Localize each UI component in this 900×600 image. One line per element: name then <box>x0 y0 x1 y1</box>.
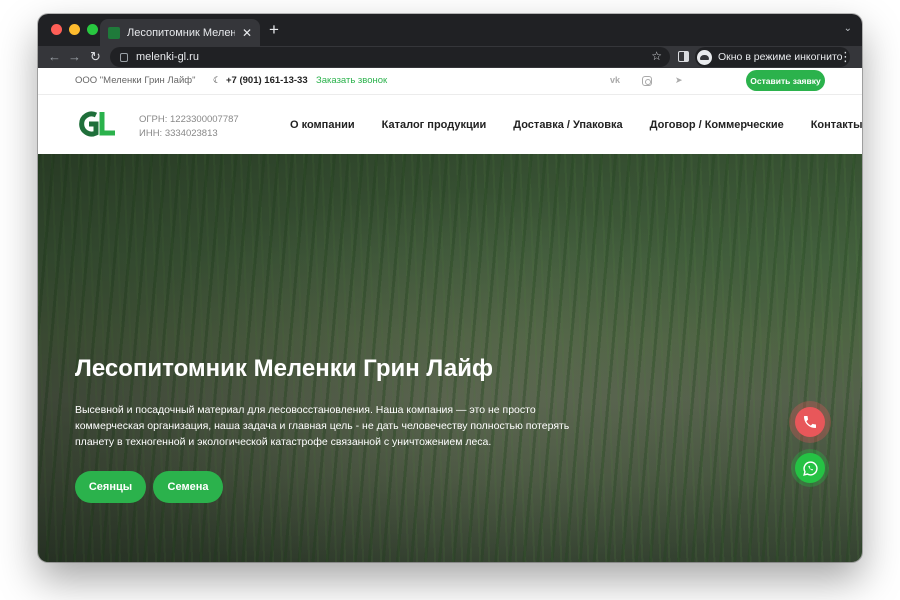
company-name: ООО "Меленки Грин Лайф" <box>75 75 196 86</box>
whatsapp-icon <box>802 460 818 476</box>
website: ООО "Меленки Грин Лайф" ☾ +7 (901) 161-1… <box>38 68 862 562</box>
main-nav: О компании Каталог продукции Доставка / … <box>290 119 862 131</box>
tab-title: Лесопитомник Меленки Гри <box>127 26 235 39</box>
favicon-icon <box>108 26 120 39</box>
minimize-window-button[interactable] <box>69 24 80 35</box>
callback-link[interactable]: Заказать звонок <box>316 75 387 86</box>
phone-icon <box>804 416 816 428</box>
telegram-icon[interactable]: ➤ <box>675 75 683 86</box>
incognito-label: Окно в режиме инкогнито <box>718 51 843 63</box>
side-panel-icon[interactable] <box>678 51 689 62</box>
seeds-button[interactable]: Семена <box>153 471 223 503</box>
hero-section: Лесопитомник Меленки Грин Лайф Высевной … <box>38 154 862 562</box>
browser-window: Лесопитомник Меленки Гри ✕ + ⌄ ← → ↻ mel… <box>38 14 862 562</box>
company-registration: ОГРН: 1223300007787 ИНН: 3334023813 <box>139 113 239 141</box>
nav-catalog[interactable]: Каталог продукции <box>382 119 487 131</box>
tab-active[interactable]: Лесопитомник Меленки Гри ✕ <box>100 19 260 46</box>
close-window-button[interactable] <box>51 24 62 35</box>
tab-strip: Лесопитомник Меленки Гри ✕ + ⌄ <box>38 14 862 46</box>
logo[interactable] <box>75 109 117 139</box>
tab-close-icon[interactable]: ✕ <box>242 27 252 39</box>
nav-about[interactable]: О компании <box>290 119 355 131</box>
hero-description: Высевной и посадочный материал для лесов… <box>75 404 570 448</box>
incognito-icon <box>697 49 712 65</box>
new-tab-button[interactable]: + <box>269 21 279 38</box>
call-button[interactable] <box>795 407 825 437</box>
incognito-indicator[interactable]: Окно в режиме инкогнито <box>695 47 851 67</box>
nav-delivery[interactable]: Доставка / Упаковка <box>513 119 622 131</box>
browser-menu-icon[interactable]: ⋮ <box>839 49 852 65</box>
nav-contacts[interactable]: Контакты <box>811 119 862 131</box>
nav-contract[interactable]: Договор / Коммерческие <box>650 119 784 131</box>
window-controls <box>51 24 98 35</box>
site-topbar: ООО "Меленки Грин Лайф" ☾ +7 (901) 161-1… <box>38 68 862 95</box>
phone-icon: ☾ <box>213 75 222 85</box>
tab-search-icon[interactable]: ⌄ <box>844 23 852 34</box>
back-icon[interactable]: ← <box>48 49 61 65</box>
browser-toolbar: ← → ↻ melenki-gl.ru ☆ Окно в режиме инко… <box>38 46 862 68</box>
hero-title: Лесопитомник Меленки Грин Лайф <box>75 355 493 382</box>
reload-icon[interactable]: ↻ <box>90 49 101 65</box>
lock-icon[interactable] <box>120 52 128 62</box>
vk-icon[interactable]: vk <box>610 75 620 85</box>
site-header: ОГРН: 1223300007787 ИНН: 3334023813 О ко… <box>38 96 862 154</box>
phone-link[interactable]: +7 (901) 161-13-33 <box>226 75 308 86</box>
url-text[interactable]: melenki-gl.ru <box>136 51 199 63</box>
inn-text: ИНН: 3334023813 <box>139 128 218 139</box>
forward-icon[interactable]: → <box>68 49 81 65</box>
leave-request-button[interactable]: Оставить заявку <box>746 70 825 91</box>
address-bar[interactable]: melenki-gl.ru ☆ <box>110 47 670 67</box>
instagram-icon[interactable] <box>642 76 652 86</box>
whatsapp-button[interactable] <box>795 453 825 483</box>
maximize-window-button[interactable] <box>87 24 98 35</box>
bookmark-star-icon[interactable]: ☆ <box>651 49 662 63</box>
ogrn-text: ОГРН: 1223300007787 <box>139 114 239 125</box>
seedlings-button[interactable]: Сеянцы <box>75 471 146 503</box>
